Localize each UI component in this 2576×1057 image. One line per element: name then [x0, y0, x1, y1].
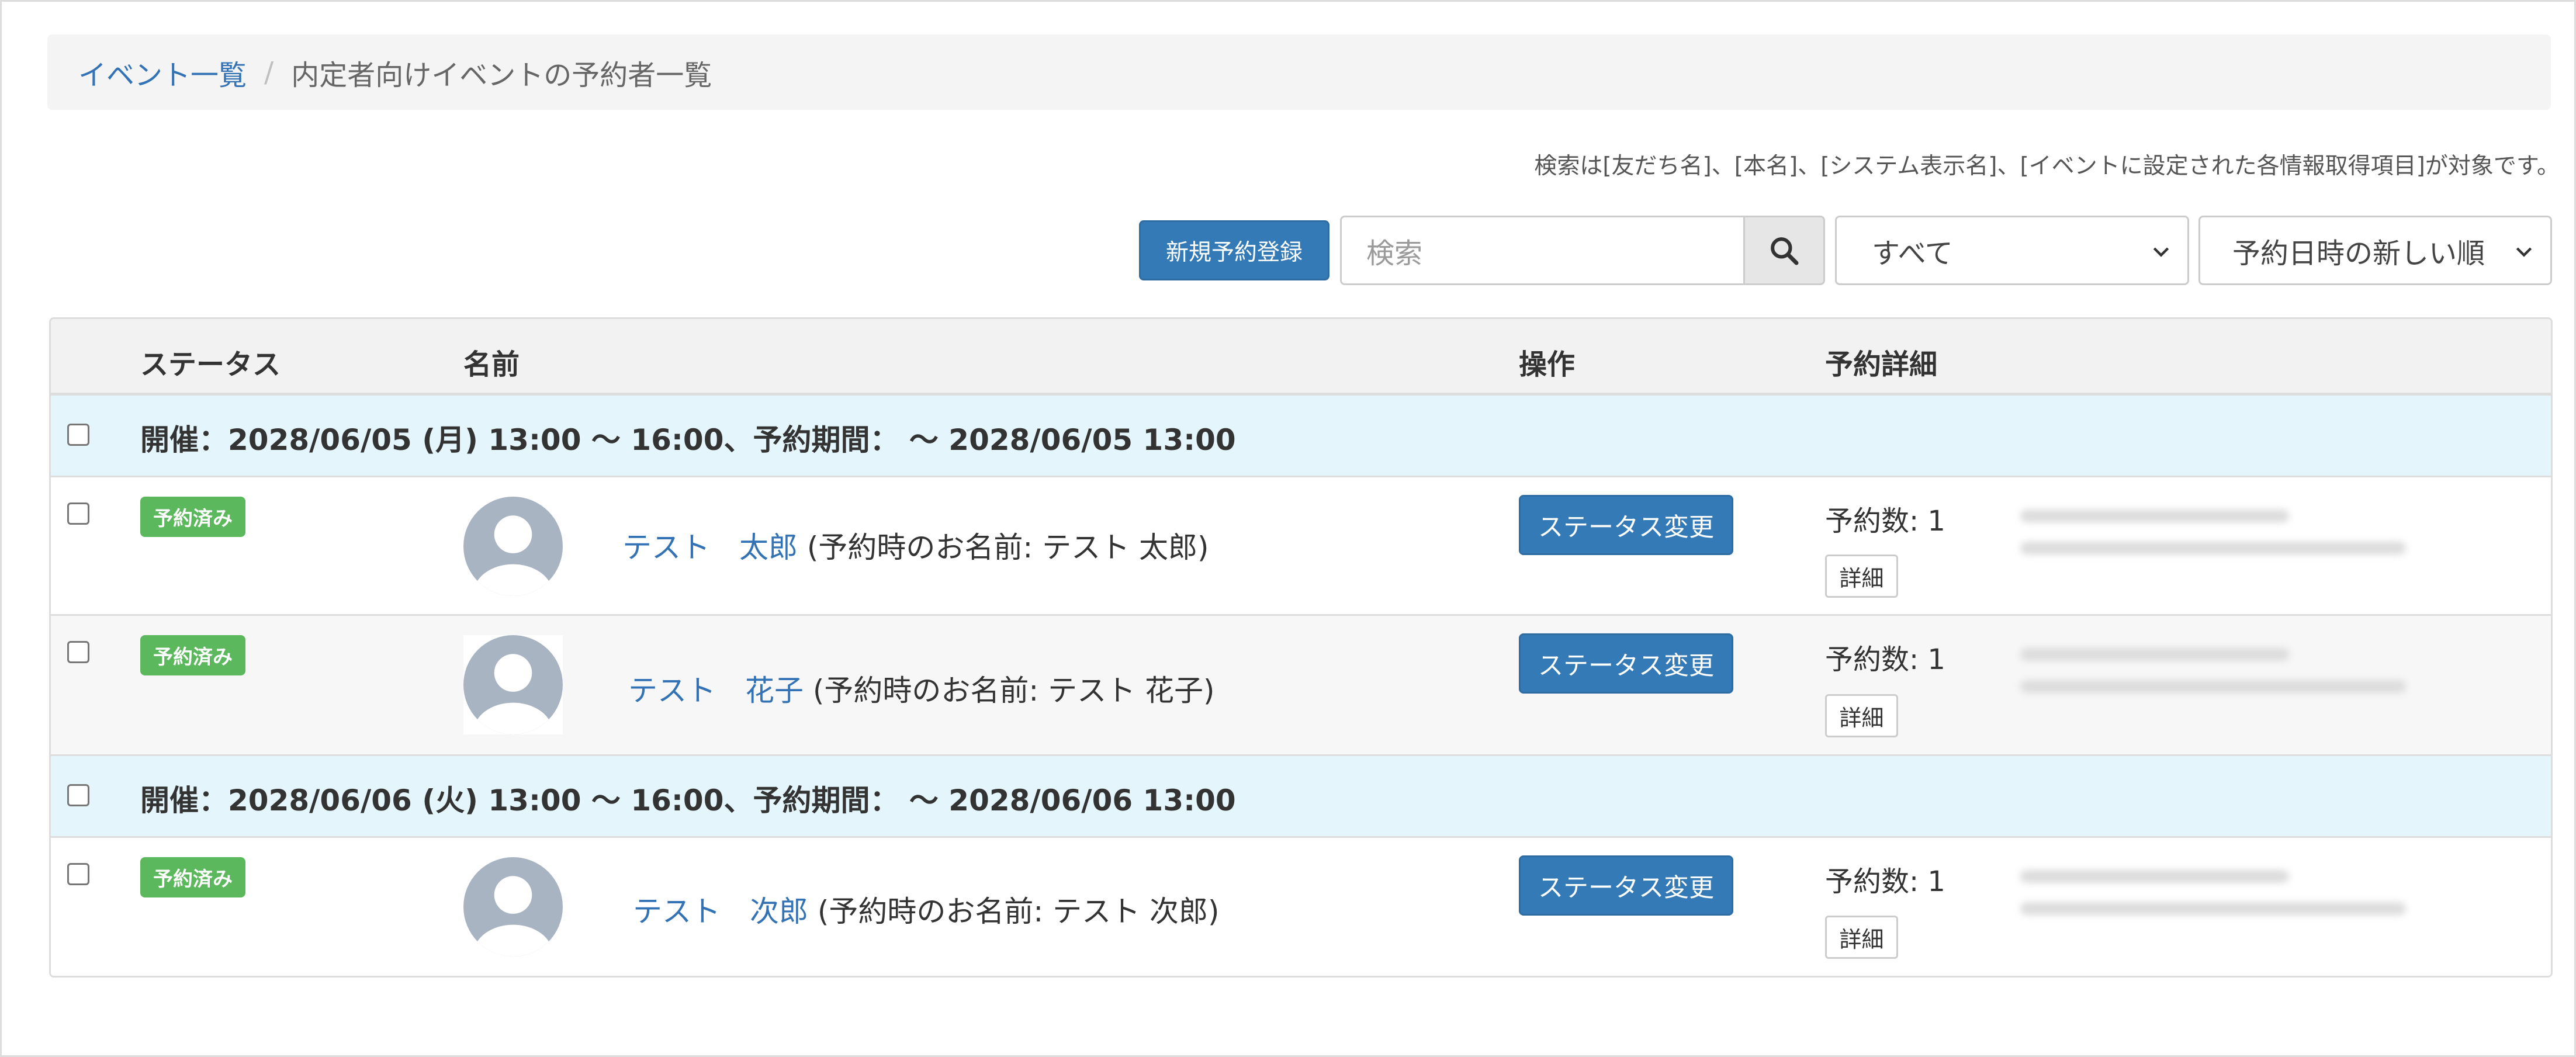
status-badge: 予約済み [140, 635, 245, 675]
header-status: ステータス [140, 348, 281, 381]
chevron-down-icon [2516, 247, 2532, 257]
row-checkbox[interactable] [67, 863, 89, 885]
reservation-count: 予約数: 1 [1825, 865, 1945, 898]
breadcrumb-current: 内定者向けイベントの予約者一覧 [291, 58, 712, 92]
avatar [463, 857, 563, 957]
row-checkbox[interactable] [67, 502, 89, 525]
member-name-link[interactable]: テスト 太郎 [622, 531, 798, 564]
status-badge: 予約済み [140, 497, 245, 537]
search-scope-note: 検索は[友だち名]、[本名]、[システム表示名]、[イベントに設定された各情報取… [1534, 153, 2560, 179]
header-name: 名前 [463, 348, 520, 381]
redacted-details [1968, 850, 2423, 949]
reservation-count: 予約数: 1 [1825, 505, 1945, 538]
avatar [463, 497, 563, 596]
table-row: 予約済み テスト 次郎 (予約時のお名前: テスト 次郎) ステータス変更 予約… [51, 838, 2551, 976]
row-checkbox[interactable] [67, 641, 89, 663]
status-filter-select[interactable]: すべて [1835, 216, 2189, 285]
reserved-name-note: (予約時のお名前: テスト 花子) [812, 674, 1215, 708]
status-badge: 予約済み [140, 857, 245, 897]
header-details: 予約詳細 [1825, 348, 1938, 381]
reservation-table: ステータス 名前 操作 予約詳細 開催：2028/06/05 (月) 13:00… [49, 317, 2553, 978]
status-filter-value: すべて [1872, 237, 1953, 270]
change-status-button[interactable]: ステータス変更 [1519, 633, 1733, 694]
reserved-name-note: (予約時のお名前: テスト 次郎) [817, 895, 1220, 928]
sort-order-value: 予約日時の新しい順 [2232, 237, 2485, 270]
member-name-link[interactable]: テスト 次郎 [633, 895, 808, 928]
table-row: 予約済み テスト 花子 (予約時のお名前: テスト 花子) ステータス変更 予約… [51, 616, 2551, 756]
breadcrumb-link-event-list[interactable]: イベント一覧 [78, 52, 247, 93]
reservation-count: 予約数: 1 [1825, 643, 1945, 676]
avatar [463, 635, 563, 734]
reservation-list-page: イベント一覧 / 内定者向けイベントの予約者一覧 検索は[友だち名]、[本名]、… [0, 0, 2576, 1057]
reserved-name-note: (予約時のお名前: テスト 太郎) [806, 531, 1209, 564]
event-group-row: 開催：2028/06/05 (月) 13:00 ～ 16:00、予約期間： ～ … [51, 396, 2551, 477]
detail-button[interactable]: 詳細 [1825, 555, 1898, 598]
breadcrumb: イベント一覧 / 内定者向けイベントの予約者一覧 [47, 34, 2551, 110]
chevron-down-icon [2153, 247, 2169, 257]
table-header: ステータス 名前 操作 予約詳細 [51, 319, 2551, 396]
group-checkbox[interactable] [67, 784, 89, 806]
sort-order-select[interactable]: 予約日時の新しい順 [2198, 216, 2552, 285]
redacted-details [1968, 489, 2423, 588]
event-group-label: 開催：2028/06/05 (月) 13:00 ～ 16:00、予約期間： ～ … [140, 423, 1236, 457]
detail-button[interactable]: 詳細 [1825, 694, 1898, 737]
search-icon [1771, 237, 1799, 265]
group-checkbox[interactable] [67, 424, 89, 446]
change-status-button[interactable]: ステータス変更 [1519, 495, 1733, 555]
new-reservation-button[interactable]: 新規予約登録 [1139, 220, 1329, 280]
search-button[interactable] [1743, 216, 1825, 285]
change-status-button[interactable]: ステータス変更 [1519, 855, 1733, 916]
event-group-row: 開催：2028/06/06 (火) 13:00 ～ 16:00、予約期間： ～ … [51, 756, 2551, 838]
header-operation: 操作 [1519, 348, 1576, 381]
breadcrumb-separator: / [264, 56, 274, 89]
search-input[interactable]: 検索 [1340, 216, 1745, 285]
redacted-details [1968, 628, 2423, 727]
table-row: 予約済み テスト 太郎 (予約時のお名前: テスト 太郎) ステータス変更 予約… [51, 477, 2551, 616]
detail-button[interactable]: 詳細 [1825, 916, 1898, 959]
member-name-link[interactable]: テスト 花子 [628, 674, 804, 708]
event-group-label: 開催：2028/06/06 (火) 13:00 ～ 16:00、予約期間： ～ … [140, 784, 1236, 817]
